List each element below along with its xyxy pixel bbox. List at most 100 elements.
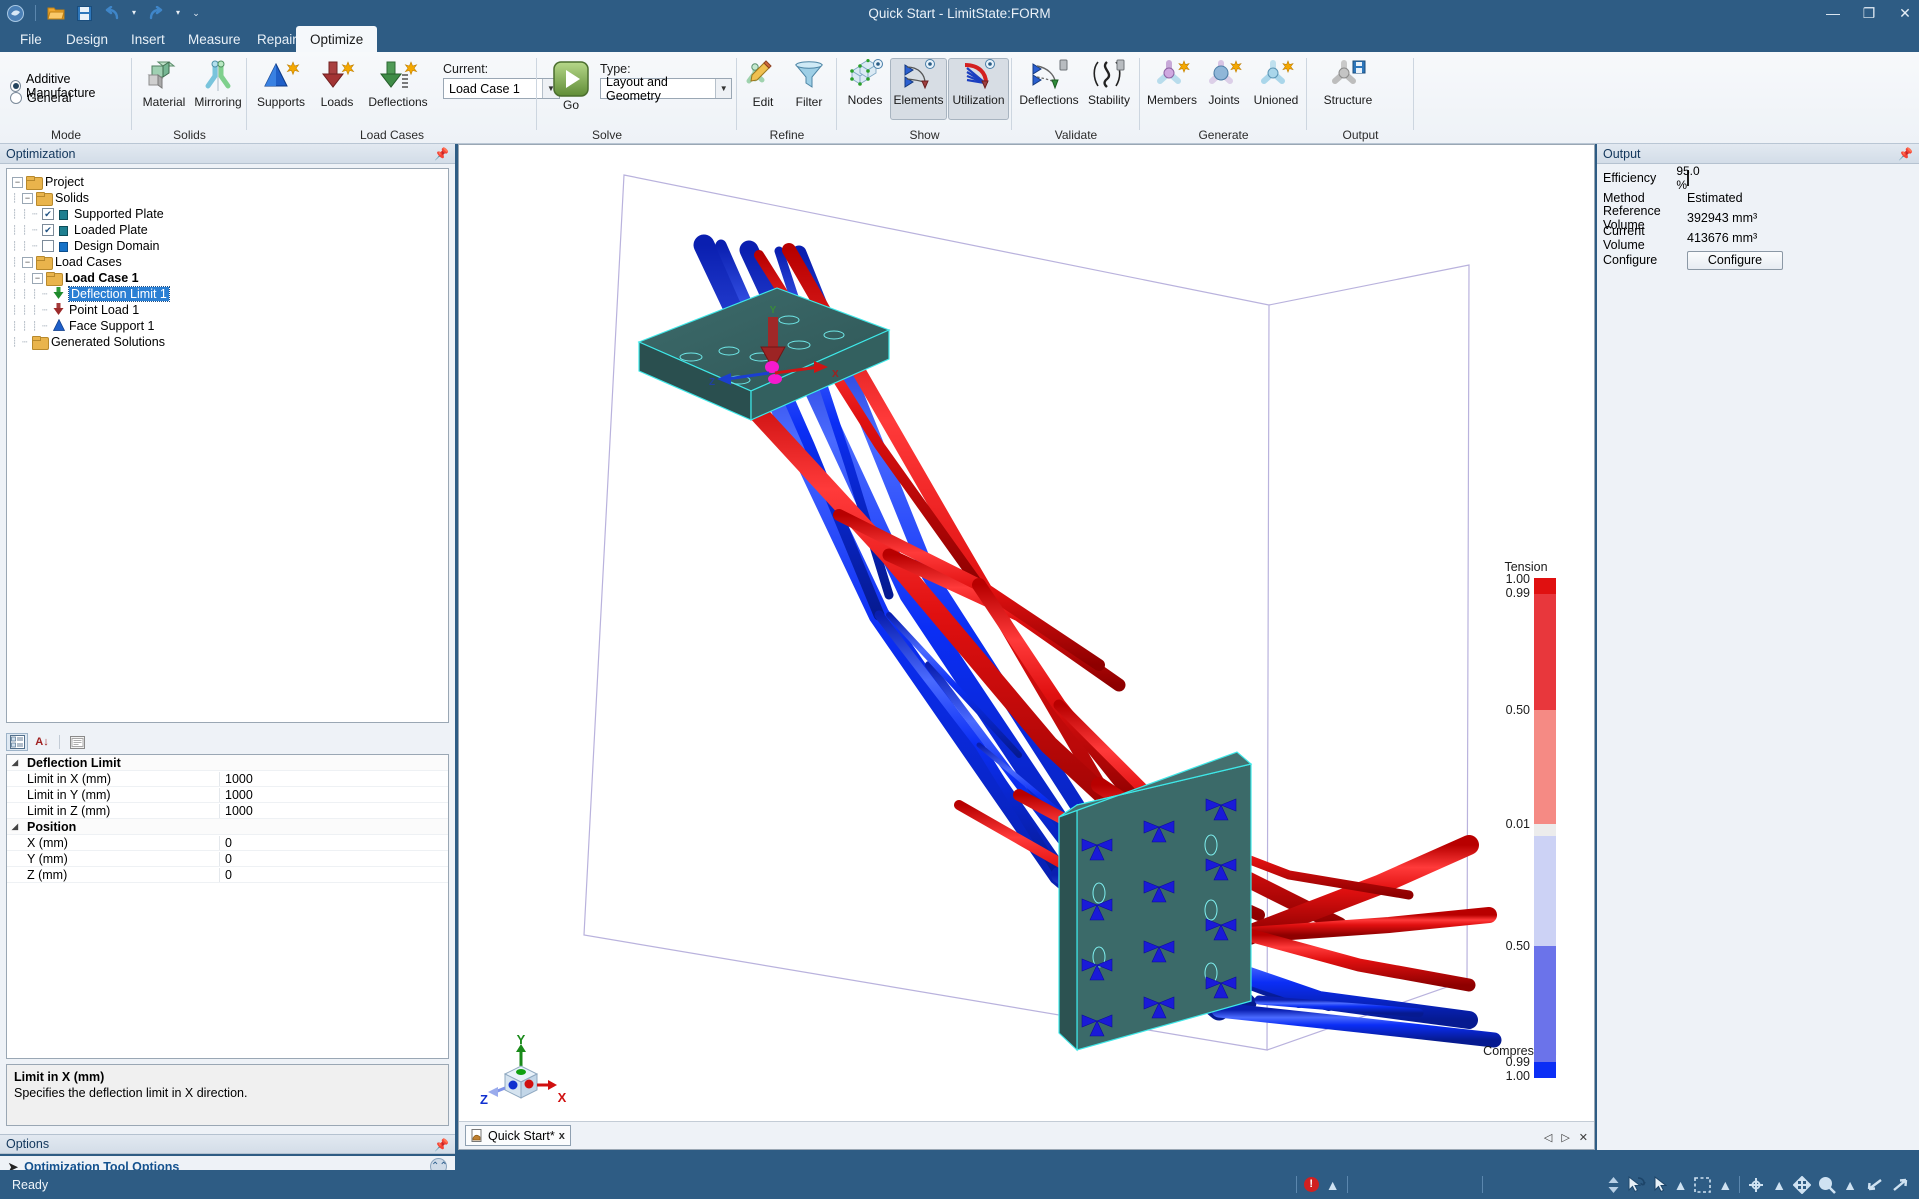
deflections-button[interactable]: Deflections — [364, 58, 432, 120]
property-row[interactable]: Limit in Y (mm) 1000 — [7, 787, 448, 803]
members-label: Members — [1146, 93, 1197, 107]
tab-prev-icon[interactable]: ◁ — [1544, 1131, 1552, 1144]
property-row[interactable]: Z (mm) 0 — [7, 867, 448, 883]
filter-button[interactable]: Filter — [786, 58, 832, 120]
tree-item-generated-solutions[interactable]: ┊ ┄ Generated Solutions — [12, 334, 448, 350]
tree-item-checkbox[interactable] — [42, 240, 54, 252]
tree-item-load-cases[interactable]: ┊ − Load Cases — [12, 254, 448, 270]
orbit-icon[interactable] — [1747, 1176, 1765, 1194]
tree-item-checkbox[interactable]: ✔ — [42, 224, 54, 236]
material-button[interactable]: Material — [137, 58, 191, 120]
configure-button[interactable]: Configure — [1687, 250, 1783, 270]
pin-icon[interactable]: 📌 — [434, 1138, 449, 1152]
tree-item-loaded-plate[interactable]: ┊ ┊ ┄ ✔ Loaded Plate — [12, 222, 448, 238]
error-badge[interactable]: ! — [1303, 1177, 1319, 1192]
solve-type-value: Layout and Geometry — [606, 74, 668, 103]
deflections-validate-button[interactable]: Deflections — [1016, 58, 1082, 120]
tab-next-icon[interactable]: ▷ — [1561, 1131, 1569, 1144]
close-button[interactable]: ✕ — [1897, 5, 1913, 22]
marquee-select-icon[interactable] — [1694, 1176, 1712, 1193]
go-button[interactable]: Go — [547, 58, 595, 120]
ribbon-group-generate: Members Joints Unioned Generate — [1140, 52, 1307, 144]
tree-item-supported-plate[interactable]: ┊ ┊ ┄ ✔ Supported Plate — [12, 206, 448, 222]
tab-optimize[interactable]: Optimize — [296, 26, 378, 52]
utilization-button[interactable]: Utilization — [948, 58, 1009, 120]
tree-item-deflection-limit-1[interactable]: ┊ ┊ ┊ ┄ Deflection Limit 1 — [12, 286, 448, 302]
tab-file[interactable]: File — [6, 26, 56, 52]
tree-item-checkbox[interactable]: ✔ — [42, 208, 54, 220]
alphabetic-sort-button[interactable]: A↓ — [31, 733, 53, 751]
rotate-cursor-icon[interactable] — [1627, 1175, 1646, 1194]
mirroring-button[interactable]: Mirroring — [192, 58, 244, 120]
zoom-in-icon[interactable] — [1891, 1177, 1911, 1193]
zoom-out-icon[interactable] — [1864, 1177, 1884, 1193]
tree-expander-icon[interactable]: − — [32, 272, 43, 284]
marquee-dropdown-icon[interactable]: ▲ — [1718, 1177, 1732, 1193]
tree-item-point-load-1[interactable]: ┊ ┊ ┊ ┄ Point Load 1 — [12, 302, 448, 318]
tab-insert[interactable]: Insert — [117, 26, 179, 52]
pin-icon[interactable]: 📌 — [1898, 147, 1913, 161]
property-grid[interactable]: ◢ Deflection Limit Limit in X (mm) 1000 Limi… — [6, 754, 449, 1059]
tree-item-project[interactable]: − Project — [12, 174, 448, 190]
nodes-button[interactable]: Nodes — [841, 58, 889, 120]
joints-button[interactable]: Joints — [1201, 58, 1247, 120]
tree-item-load-case-1[interactable]: ┊ ┊ − Load Case 1 — [12, 270, 448, 286]
property-row[interactable]: X (mm) 0 — [7, 835, 448, 851]
zoom-dropdown-icon[interactable]: ▲ — [1843, 1177, 1857, 1193]
select-dropdown-icon[interactable]: ▲ — [1674, 1177, 1688, 1193]
tab-close-all-icon[interactable]: ✕ — [1579, 1131, 1588, 1144]
property-value[interactable]: 1000 — [219, 771, 448, 786]
tree-expander-icon[interactable]: − — [12, 176, 23, 188]
minimize-button[interactable]: — — [1825, 5, 1841, 21]
group-label-output: Output — [1342, 128, 1379, 142]
property-value[interactable]: 0 — [219, 867, 448, 882]
property-row[interactable]: Limit in Z (mm) 1000 — [7, 803, 448, 819]
close-icon[interactable]: x — [559, 1130, 565, 1142]
tree-item-face-support-1[interactable]: ┊ ┊ ┊ ┄ Face Support 1 — [12, 318, 448, 334]
categorized-view-icon — [9, 735, 25, 749]
supports-button[interactable]: Supports — [252, 58, 310, 120]
pin-icon[interactable]: 📌 — [434, 147, 449, 161]
tree-expander-icon[interactable]: − — [22, 192, 33, 204]
property-value[interactable]: 0 — [219, 851, 448, 866]
orbit-dropdown-icon[interactable]: ▲ — [1772, 1177, 1786, 1193]
property-value[interactable]: 1000 — [219, 787, 448, 802]
3d-viewport[interactable]: Y X Z Tension 1.00 0.99 0.50 0.01 0.50 0… — [459, 145, 1594, 1120]
tab-design[interactable]: Design — [52, 26, 122, 52]
zoom-icon[interactable] — [1818, 1176, 1837, 1194]
category-expander-icon[interactable]: ◢ — [7, 822, 23, 831]
property-value[interactable]: 1000 — [219, 803, 448, 818]
optimization-panel-title-bar: Optimization 📌 — [0, 144, 455, 164]
loads-button[interactable]: Loads — [312, 58, 362, 120]
restore-button[interactable]: ❐ — [1861, 5, 1877, 22]
property-pages-button[interactable] — [66, 733, 88, 751]
chevron-down-icon[interactable]: ▼ — [715, 79, 731, 98]
property-category[interactable]: ◢ Deflection Limit — [7, 755, 448, 771]
tree-indent: ┊ — [22, 224, 29, 235]
legend-swatch-tension-low — [1534, 710, 1556, 824]
spinner-up-down-icon[interactable] — [1607, 1176, 1620, 1194]
tree-item-solids[interactable]: ┊ − Solids — [12, 190, 448, 206]
tree-item-design-domain[interactable]: ┊ ┊ ┄ Design Domain — [12, 238, 448, 254]
toolbar-separator — [59, 735, 60, 749]
mode-general-radio[interactable]: General — [10, 91, 71, 105]
unioned-button[interactable]: Unioned — [1248, 58, 1304, 120]
solve-type-combo[interactable]: Layout and Geometry ▼ — [600, 75, 732, 103]
axis-orientation-widget[interactable]: Y X Z — [468, 1022, 576, 1130]
select-cursor-icon[interactable] — [1653, 1175, 1667, 1194]
edit-button[interactable]: Edit — [741, 58, 785, 120]
stability-button[interactable]: Stability — [1083, 58, 1135, 120]
property-value[interactable]: 0 — [219, 835, 448, 850]
elements-button[interactable]: Elements — [890, 58, 947, 120]
property-row[interactable]: Limit in X (mm) 1000 — [7, 771, 448, 787]
property-category[interactable]: ◢ Position — [7, 819, 448, 835]
tree-expander-icon[interactable]: − — [22, 256, 33, 268]
structure-button[interactable]: Structure — [1317, 58, 1379, 120]
pan-icon[interactable] — [1793, 1175, 1812, 1194]
members-button[interactable]: Members — [1144, 58, 1200, 120]
categorized-view-button[interactable] — [6, 733, 28, 751]
property-row[interactable]: Y (mm) 0 — [7, 851, 448, 867]
category-expander-icon[interactable]: ◢ — [7, 758, 23, 767]
optimization-tree[interactable]: − Project ┊ − Solids ┊ ┊ ┄ ✔ Supported Plate ┊ ┊ ┄ ✔ L… — [6, 168, 449, 723]
error-dropdown-icon[interactable]: ▲ — [1326, 1177, 1340, 1193]
